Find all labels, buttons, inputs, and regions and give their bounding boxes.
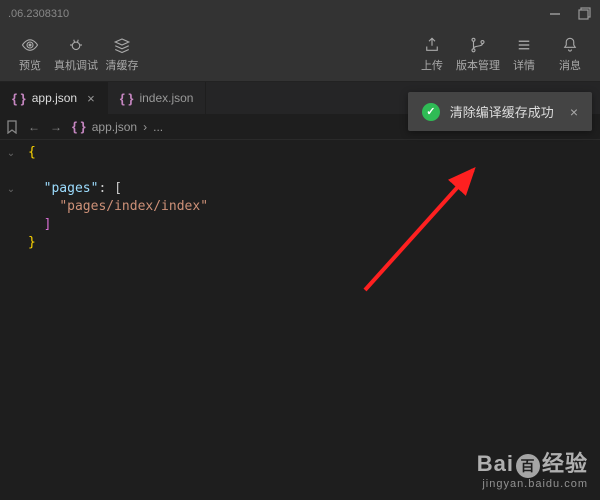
message-label: 消息 <box>559 57 581 73</box>
tab-label: app.json <box>32 91 77 105</box>
details-label: 详情 <box>513 57 535 73</box>
watermark-logo-icon: 百 <box>516 454 540 478</box>
details-button[interactable]: 详情 <box>502 32 546 78</box>
code-line: "pages": [ <box>28 180 600 198</box>
version-label: 版本管理 <box>456 57 500 73</box>
code-line: ] <box>28 216 600 234</box>
bug-icon <box>66 36 86 54</box>
notification-text: 清除编译缓存成功 <box>450 102 554 121</box>
breadcrumb-sep: › <box>143 120 147 134</box>
code-editor[interactable]: ⌄ ⌄ { "pages": [ "pages/index/index" ] } <box>0 140 600 498</box>
main-toolbar: 预览 真机调试 清缓存 上传 版本管理 详情 消息 <box>0 28 600 82</box>
watermark-brand-post: 经验 <box>542 451 588 476</box>
bell-icon <box>560 36 580 54</box>
bookmark-icon[interactable] <box>6 120 18 134</box>
watermark-url: jingyan.baidu.com <box>477 478 588 490</box>
fold-icon[interactable]: ⌄ <box>0 180 22 198</box>
code-line: } <box>28 235 36 250</box>
tab-app-json[interactable]: { } app.json × <box>0 82 108 114</box>
eye-icon <box>20 36 40 54</box>
notification-toast: ✓ 清除编译缓存成功 × <box>408 92 592 131</box>
clear-cache-label: 清缓存 <box>106 57 139 73</box>
debug-button[interactable]: 真机调试 <box>54 32 98 78</box>
upload-button[interactable]: 上传 <box>410 32 454 78</box>
branch-icon <box>468 36 488 54</box>
message-button[interactable]: 消息 <box>548 32 592 78</box>
gutter: ⌄ ⌄ <box>0 140 22 198</box>
upload-icon <box>422 36 442 54</box>
breadcrumb-file: app.json <box>92 120 137 134</box>
watermark-brand-pre: Bai <box>477 451 514 476</box>
code-area[interactable]: { "pages": [ "pages/index/index" ] } <box>0 140 600 252</box>
success-icon: ✓ <box>422 103 440 121</box>
notification-close-icon[interactable]: × <box>570 104 578 120</box>
tab-index-json[interactable]: { } index.json <box>108 82 207 114</box>
minimize-button[interactable] <box>548 7 562 21</box>
json-icon: { } <box>120 91 134 106</box>
nav-forward-icon[interactable]: → <box>50 120 62 134</box>
layers-icon <box>112 36 132 54</box>
preview-label: 预览 <box>19 57 41 73</box>
tab-label: index.json <box>139 91 193 105</box>
preview-button[interactable]: 预览 <box>8 32 52 78</box>
menu-icon <box>514 36 534 54</box>
code-line: { <box>28 145 36 160</box>
upload-label: 上传 <box>421 57 443 73</box>
watermark: Bai百经验 jingyan.baidu.com <box>477 446 588 490</box>
clear-cache-button[interactable]: 清缓存 <box>100 32 144 78</box>
title-bar: .06.2308310 <box>0 0 600 28</box>
code-line <box>28 162 600 180</box>
nav-back-icon[interactable]: ← <box>28 120 40 134</box>
version-text: .06.2308310 <box>8 8 69 20</box>
fold-icon[interactable]: ⌄ <box>0 144 22 162</box>
debug-label: 真机调试 <box>54 57 98 73</box>
code-line: "pages/index/index" <box>28 198 600 216</box>
breadcrumb-more: ... <box>153 120 163 134</box>
maximize-button[interactable] <box>578 7 592 21</box>
json-icon: { } <box>12 91 26 106</box>
breadcrumb[interactable]: { } app.json › ... <box>72 119 163 134</box>
json-icon: { } <box>72 119 86 134</box>
version-button[interactable]: 版本管理 <box>456 32 500 78</box>
tab-close-icon[interactable]: × <box>87 91 95 106</box>
